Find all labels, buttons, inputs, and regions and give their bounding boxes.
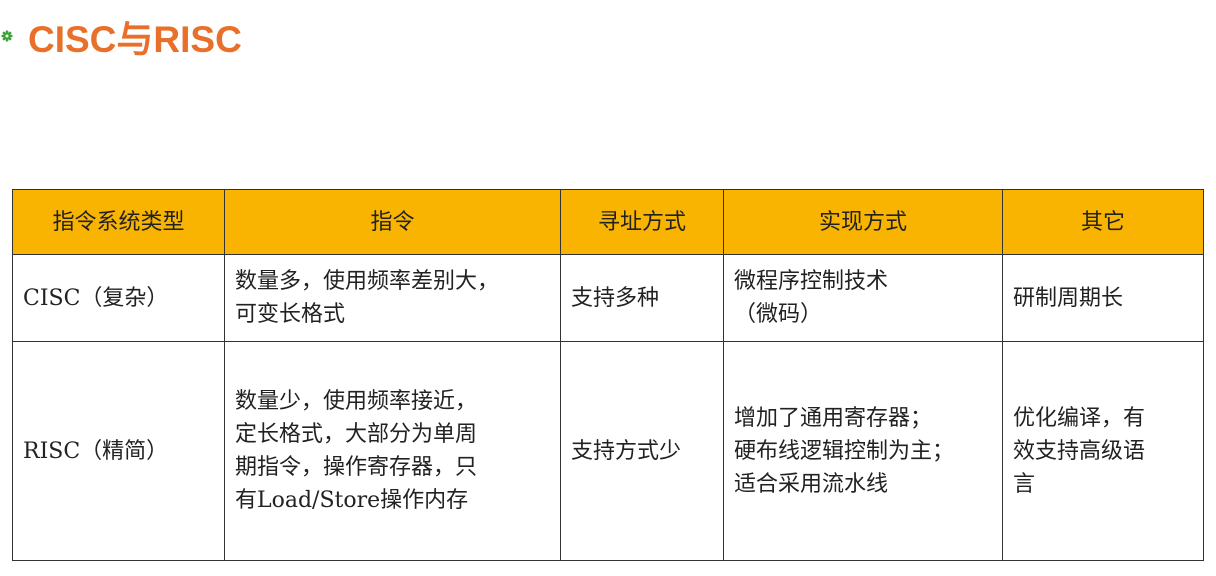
cell-text: 适合采用流水线 <box>734 471 889 497</box>
cell-text: RISC（精简） <box>23 438 169 464</box>
cell-text: 增加了通用寄存器； <box>734 405 933 431</box>
cell-text: 期指令，操作寄存器，只 <box>235 455 478 480</box>
cell-text: 有Load/Store操作内存 <box>235 488 469 513</box>
cell-text: 支持多种 <box>571 285 660 311</box>
slide-title-row: CISC与RISC <box>0 8 242 64</box>
header-implementation: 实现方式 <box>723 189 1003 255</box>
cell-text: 支持方式少 <box>571 438 682 464</box>
cell-addressing: 支持多种 <box>560 254 724 342</box>
table-header-row: 指令系统类型 指令 寻址方式 实现方式 其它 <box>12 189 1204 255</box>
cell-text: 数量少，使用频率接近， <box>235 389 478 414</box>
cell-text: 可变长格式 <box>235 302 346 327</box>
table-row: RISC（精简） 数量少，使用频率接近， 定长格式，大部分为单周 期指令，操作寄… <box>12 341 1204 561</box>
gear-icon <box>0 22 14 50</box>
table-row: CISC（复杂） 数量多，使用频率差别大， 可变长格式 支持多种 微程序控制技术… <box>12 254 1204 342</box>
cell-text: （微码） <box>734 302 823 327</box>
cell-text: 效支持高级语 <box>1013 438 1146 464</box>
cell-implementation: 增加了通用寄存器； 硬布线逻辑控制为主； 适合采用流水线 <box>723 341 1003 561</box>
header-addressing: 寻址方式 <box>560 189 724 255</box>
slide-title: CISC与RISC <box>28 19 242 60</box>
cell-addressing: 支持方式少 <box>560 341 724 561</box>
cell-text: 研制周期长 <box>1013 285 1124 311</box>
cell-text: 微程序控制技术 <box>734 269 889 294</box>
cell-type: CISC（复杂） <box>12 254 225 342</box>
cell-type: RISC（精简） <box>12 341 225 561</box>
cell-instructions: 数量多，使用频率差别大， 可变长格式 <box>224 254 561 342</box>
comparison-table: 指令系统类型 指令 寻址方式 实现方式 其它 CISC（复杂） 数量多，使用频率… <box>12 189 1204 561</box>
header-instructions: 指令 <box>224 189 561 255</box>
cell-text: 优化编译，有 <box>1013 405 1146 431</box>
header-type: 指令系统类型 <box>12 189 225 255</box>
cell-other: 研制周期长 <box>1002 254 1204 342</box>
cell-text: 数量多，使用频率差别大， <box>235 269 500 294</box>
cell-text: 言 <box>1013 471 1036 497</box>
header-other: 其它 <box>1002 189 1204 255</box>
cell-text: 硬布线逻辑控制为主； <box>734 438 955 464</box>
cell-instructions: 数量少，使用频率接近， 定长格式，大部分为单周 期指令，操作寄存器，只 有Loa… <box>224 341 561 561</box>
cell-other: 优化编译，有 效支持高级语 言 <box>1002 341 1204 561</box>
cell-text: 定长格式，大部分为单周 <box>235 422 478 447</box>
cell-implementation: 微程序控制技术 （微码） <box>723 254 1003 342</box>
cell-text: CISC（复杂） <box>23 285 169 311</box>
